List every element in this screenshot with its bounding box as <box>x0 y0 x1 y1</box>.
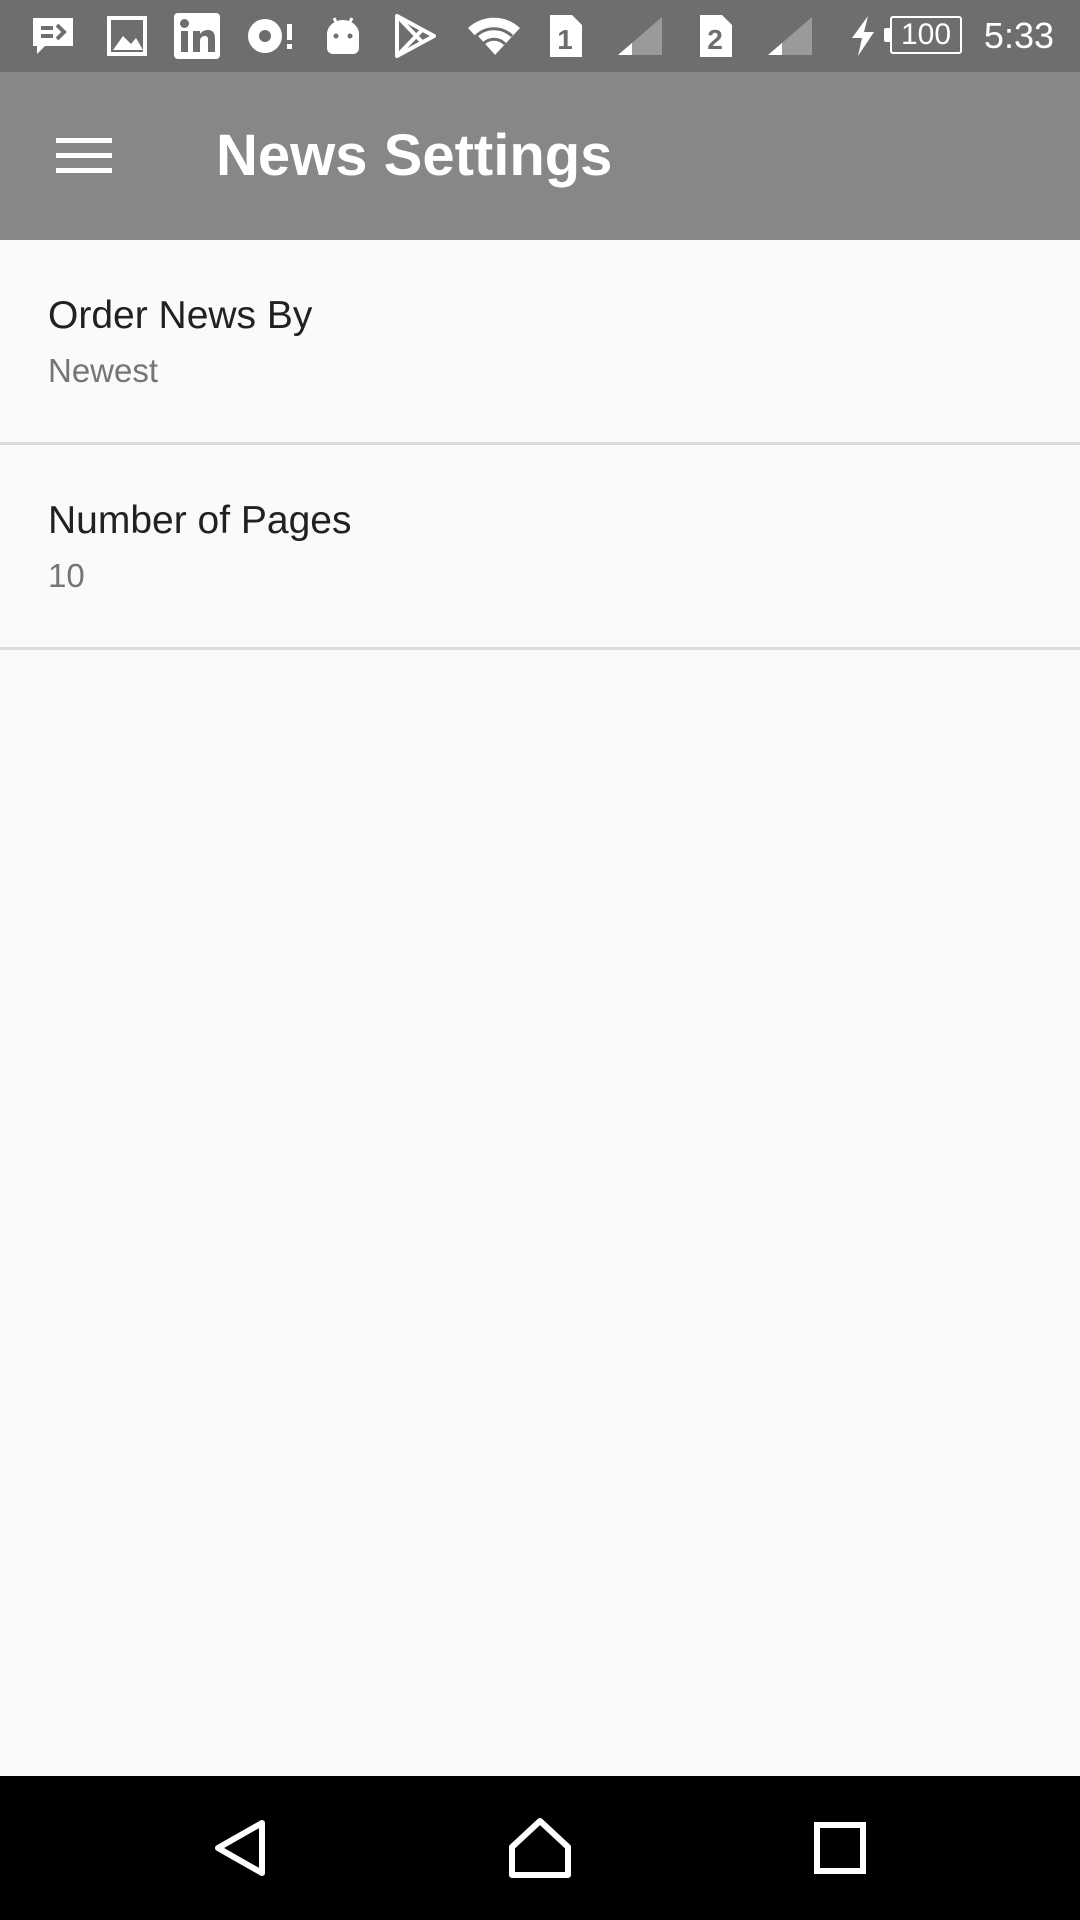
pref-summary: 10 <box>48 557 85 594</box>
charging-icon <box>848 14 878 58</box>
linkedin-icon <box>172 13 222 59</box>
sim-1-icon: 1 <box>546 14 586 58</box>
gallery-icon <box>104 14 150 58</box>
app-bar: News Settings <box>0 72 1080 240</box>
signal-2-icon <box>764 14 816 58</box>
signal-1-icon <box>614 14 666 58</box>
pref-title: Order News By <box>48 294 313 337</box>
home-icon[interactable] <box>480 1788 600 1908</box>
android-icon <box>320 14 366 58</box>
pref-order-news-by[interactable]: Order News By Newest <box>0 240 1080 445</box>
page-title: News Settings <box>216 123 613 188</box>
battery-level: 100 <box>884 16 962 54</box>
sim-1-label: 1 <box>557 24 573 55</box>
wifi-icon <box>464 14 524 58</box>
back-icon[interactable] <box>180 1788 300 1908</box>
pref-summary: Newest <box>48 352 159 389</box>
clock: 5:33 <box>983 15 1054 56</box>
navigation-bar <box>0 1776 1080 1920</box>
message-icon <box>28 14 78 58</box>
status-bar: 1 2 100 5:33 <box>0 0 1080 72</box>
settings-list: Order News By Newest Number of Pages 10 <box>0 240 1080 650</box>
sim-2-label: 2 <box>707 24 723 55</box>
hamburger-menu-icon[interactable] <box>30 112 138 200</box>
pref-number-of-pages[interactable]: Number of Pages 10 <box>0 445 1080 650</box>
pref-title: Number of Pages <box>48 499 352 542</box>
sim-2-icon: 2 <box>696 14 736 58</box>
recents-icon[interactable] <box>780 1788 900 1908</box>
record-icon <box>246 14 296 58</box>
play-store-icon <box>390 14 440 58</box>
